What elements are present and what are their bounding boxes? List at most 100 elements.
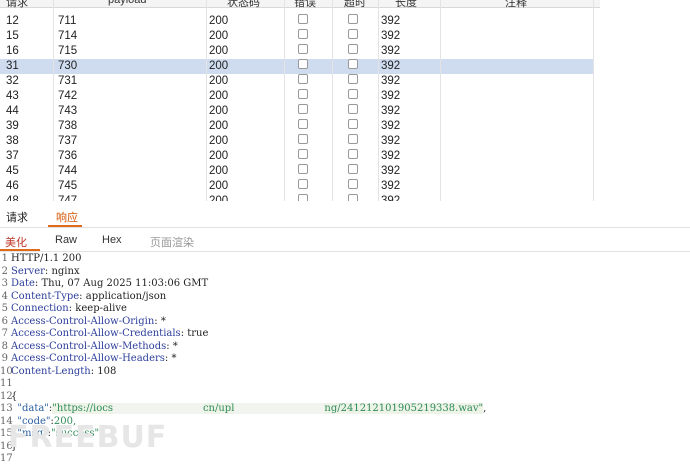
line-number: 16 — [0, 440, 13, 452]
cell-status: 200 — [209, 180, 229, 192]
cell-request: 37 — [6, 150, 19, 162]
table-row[interactable]: 15 714 200 392 — [0, 29, 600, 44]
error-checkbox[interactable] — [298, 179, 308, 189]
cell-status: 200 — [209, 60, 229, 72]
error-checkbox[interactable] — [298, 74, 308, 84]
cell-payload: 711 — [58, 15, 77, 27]
tab-pretty[interactable]: 美化 — [5, 234, 27, 250]
error-checkbox[interactable] — [298, 104, 308, 114]
cell-payload: 744 — [58, 165, 78, 177]
line-number: 1 — [1, 253, 8, 264]
table-row[interactable]: 12 711 200 392 — [0, 14, 600, 29]
cell-length: 392 — [381, 180, 401, 192]
table-header: 请求 payload 状态码 错误 超时 长度 注释 — [0, 0, 600, 10]
error-checkbox[interactable] — [298, 89, 308, 99]
cell-length: 392 — [381, 135, 401, 147]
response-header-line: Connection: keep-alive — [11, 303, 127, 314]
cell-length: 392 — [381, 60, 401, 72]
timeout-checkbox[interactable] — [348, 134, 358, 144]
timeout-checkbox[interactable] — [348, 44, 358, 54]
col-error[interactable]: 错误 — [294, 0, 316, 10]
col-timeout[interactable]: 超时 — [344, 0, 366, 10]
tab-response[interactable]: 响应 — [56, 209, 78, 225]
table-row[interactable]: 46 745 200 392 — [0, 179, 600, 194]
line-number: 13 — [0, 403, 13, 414]
response-header-line: Access-Control-Allow-Headers: * — [11, 353, 177, 364]
line-number: 5 — [1, 303, 8, 314]
response-header-line: Date: Thu, 07 Aug 2025 11:03:06 GMT — [11, 278, 209, 289]
timeout-checkbox[interactable] — [348, 29, 358, 39]
timeout-checkbox[interactable] — [348, 59, 358, 69]
table-row[interactable]: 48 747 200 392 — [0, 194, 600, 201]
line-number: 9 — [1, 353, 8, 364]
cell-length: 392 — [381, 45, 401, 57]
error-checkbox[interactable] — [298, 134, 308, 144]
error-checkbox[interactable] — [298, 44, 308, 54]
timeout-checkbox[interactable] — [348, 74, 358, 84]
cell-payload: 731 — [58, 75, 78, 87]
response-header-line: Access-Control-Allow-Credentials: true — [11, 328, 209, 339]
cell-request: 15 — [6, 30, 19, 42]
cell-payload: 736 — [58, 150, 78, 162]
error-checkbox[interactable] — [298, 149, 308, 159]
error-checkbox[interactable] — [298, 194, 308, 201]
timeout-checkbox[interactable] — [348, 149, 358, 159]
table-row[interactable]: 31 730 200 392 — [0, 59, 593, 74]
table-row[interactable]: 43 742 200 392 — [0, 89, 600, 104]
tab-raw[interactable]: Raw — [55, 234, 77, 246]
error-checkbox[interactable] — [298, 14, 308, 24]
line-number: 10 — [0, 365, 13, 377]
table-row[interactable]: 38 737 200 392 — [0, 134, 600, 149]
response-header-line: Access-Control-Allow-Origin: * — [11, 315, 166, 327]
line-number: 4 — [1, 290, 8, 302]
tab-render[interactable]: 页面渲染 — [150, 234, 194, 250]
timeout-checkbox[interactable] — [348, 14, 358, 24]
timeout-checkbox[interactable] — [348, 119, 358, 129]
timeout-checkbox[interactable] — [348, 164, 358, 174]
timeout-checkbox[interactable] — [348, 194, 358, 201]
timeout-checkbox[interactable] — [348, 179, 358, 189]
col-length[interactable]: 长度 — [395, 0, 417, 10]
cell-request: 43 — [6, 90, 19, 102]
cell-request: 39 — [6, 120, 19, 132]
col-request[interactable]: 请求 — [6, 0, 28, 10]
cell-length: 392 — [381, 90, 401, 102]
error-checkbox[interactable] — [298, 59, 308, 69]
timeout-checkbox[interactable] — [348, 89, 358, 99]
tab-hex[interactable]: Hex — [102, 234, 122, 246]
cell-length: 392 — [381, 120, 401, 132]
cell-status: 200 — [209, 90, 229, 102]
cell-payload: 742 — [58, 90, 78, 102]
error-checkbox[interactable] — [298, 119, 308, 129]
table-row[interactable]: 32 731 200 392 — [0, 74, 600, 89]
cell-request: 16 — [6, 45, 19, 57]
col-status[interactable]: 状态码 — [227, 0, 260, 10]
error-checkbox[interactable] — [298, 29, 308, 39]
table-row[interactable]: 16 715 200 392 — [0, 44, 600, 59]
cell-status: 200 — [209, 150, 229, 162]
response-header-line: Access-Control-Allow-Methods: * — [11, 340, 178, 352]
cell-payload: 747 — [58, 195, 78, 201]
table-row[interactable]: 39 738 200 392 — [0, 119, 600, 134]
cell-status: 200 — [209, 120, 229, 132]
line-number: 14 — [0, 415, 13, 427]
cell-length: 392 — [381, 30, 401, 42]
table-row[interactable]: 37 736 200 392 — [0, 149, 600, 164]
cell-status: 200 — [209, 195, 229, 201]
json-data-line: "data":"https://iocs cn/upl ng/24121210190… — [17, 403, 487, 414]
col-comment[interactable]: 注释 — [505, 0, 527, 10]
line-number: 3 — [1, 278, 8, 289]
cell-payload: 714 — [58, 30, 78, 42]
cell-payload: 715 — [58, 45, 78, 57]
error-checkbox[interactable] — [298, 164, 308, 174]
cell-payload: 745 — [58, 180, 78, 192]
col-payload[interactable]: payload — [108, 0, 147, 6]
table-row[interactable]: 45 744 200 392 — [0, 164, 600, 179]
line-number: 6 — [1, 315, 8, 327]
timeout-checkbox[interactable] — [348, 104, 358, 114]
line-number: 17 — [0, 453, 13, 464]
cell-request: 38 — [6, 135, 19, 147]
cell-length: 392 — [381, 105, 401, 117]
tab-request[interactable]: 请求 — [6, 209, 28, 225]
table-row[interactable]: 44 743 200 392 — [0, 104, 600, 119]
